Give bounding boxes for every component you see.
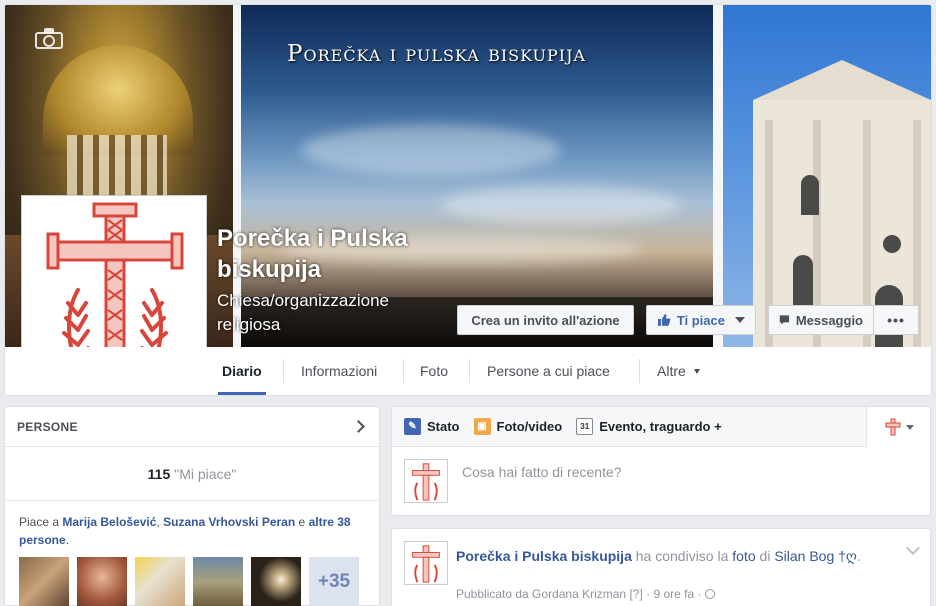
cover-title: Porečka i pulska biskupija xyxy=(287,41,587,67)
page-header: Porečka i pulska biskupija Porečka i Pul… xyxy=(4,4,932,396)
globe-icon[interactable] xyxy=(704,589,715,599)
help-marker[interactable]: [?] xyxy=(629,587,642,601)
avatar[interactable] xyxy=(19,557,69,606)
composer-tab-label: Foto/video xyxy=(496,419,563,434)
composer-tab-label: Stato xyxy=(427,419,460,434)
tab-label: Persone a cui piace xyxy=(487,363,610,379)
like-button[interactable]: Ti piace xyxy=(646,305,756,335)
page-tabs: Diario Informazioni Foto Persone a cui p… xyxy=(5,347,931,395)
friend-avatars: +35 xyxy=(19,557,359,606)
photo-icon: ▣ xyxy=(473,418,491,435)
avatar[interactable] xyxy=(135,557,185,606)
tab-foto[interactable]: Foto xyxy=(420,347,448,395)
friends-prefix: Piace a xyxy=(19,515,60,529)
chevron-down-icon xyxy=(735,317,745,323)
post-photo-link[interactable]: foto xyxy=(732,548,755,564)
post-verb: ha condiviso la xyxy=(635,548,729,564)
composer-tab-status[interactable]: ✎ Stato xyxy=(404,418,460,435)
post-header: Porečka i Pulska biskupija ha condiviso … xyxy=(456,545,876,567)
people-card: PERSONE 115 "Mi piace" Piace a Marija Be… xyxy=(4,406,380,606)
tab-diario[interactable]: Diario xyxy=(218,347,266,395)
tab-persone[interactable]: Persone a cui piace xyxy=(487,347,610,395)
caret-down-icon xyxy=(905,424,914,430)
pencil-icon: ✎ xyxy=(404,418,421,435)
feed-post: Porečka i Pulska biskupija ha condiviso … xyxy=(391,528,931,606)
create-cta-button[interactable]: Crea un invito all'azione xyxy=(457,305,634,335)
post-author-avatar[interactable] xyxy=(404,541,448,585)
tab-label: Diario xyxy=(222,363,262,379)
thumbs-up-icon xyxy=(657,314,671,326)
post-owner-link[interactable]: Silan Bog †ღ xyxy=(774,548,857,564)
composer-tab-photo[interactable]: ▣ Foto/video xyxy=(473,418,563,435)
tab-label: Foto xyxy=(420,363,449,379)
post-author-link[interactable]: Porečka i Pulska biskupija xyxy=(456,548,632,564)
page-name[interactable]: Porečka i Pulska biskupija xyxy=(217,223,457,285)
people-title: PERSONE xyxy=(17,419,78,434)
tab-altre[interactable]: Altre xyxy=(657,347,700,395)
separator: · xyxy=(646,587,651,601)
message-icon xyxy=(779,315,790,325)
like-label: Ti piace xyxy=(676,312,725,328)
create-cta-label: Crea un invito all'azione xyxy=(471,312,620,328)
post-timestamp[interactable]: 9 ore fa xyxy=(653,587,694,601)
period: . xyxy=(856,548,861,564)
period: . xyxy=(65,533,70,547)
friend-link[interactable]: Suzana Vrhovski Peran xyxy=(163,515,295,529)
friend-link[interactable]: Marija Belošević xyxy=(62,515,156,529)
tab-label: Altre xyxy=(657,363,686,379)
page-avatar-icon xyxy=(404,459,448,503)
calendar-icon: 31 xyxy=(576,418,594,435)
more-friends-button[interactable]: +35 xyxy=(309,557,359,606)
page-avatar-icon xyxy=(885,418,900,436)
chevron-right-icon[interactable] xyxy=(352,420,365,433)
message-button[interactable]: Messaggio xyxy=(768,305,874,335)
published-by: Pubblicato da Gordana Krizman xyxy=(456,587,627,601)
post-of: di xyxy=(759,548,771,564)
more-dots-icon: ••• xyxy=(887,312,905,328)
avatar[interactable] xyxy=(251,557,301,606)
post-composer: ✎ Stato ▣ Foto/video 31 Evento, traguard… xyxy=(391,406,931,516)
message-label: Messaggio xyxy=(795,312,863,328)
tab-informazioni[interactable]: Informazioni xyxy=(301,347,377,395)
composer-body[interactable]: Cosa hai fatto di recente? xyxy=(392,447,930,515)
people-card-header[interactable]: PERSONE xyxy=(5,407,379,447)
composer-tab-label: Evento, traguardo + xyxy=(599,419,722,434)
likes-summary: 115 "Mi piace" xyxy=(5,447,379,501)
post-options-chevron-icon[interactable] xyxy=(905,540,921,556)
avatar[interactable] xyxy=(77,557,127,606)
tab-label: Informazioni xyxy=(301,363,378,379)
cover-camera-icon[interactable] xyxy=(35,27,63,49)
page-category[interactable]: Chiesa/organizzazione religiosa xyxy=(217,289,437,337)
separator: · xyxy=(697,587,702,601)
status-input[interactable]: Cosa hai fatto di recente? xyxy=(462,464,622,480)
more-options-button[interactable]: ••• xyxy=(873,305,919,335)
composer-tab-event[interactable]: 31 Evento, traguardo + xyxy=(576,418,722,435)
composer-tabs: ✎ Stato ▣ Foto/video 31 Evento, traguard… xyxy=(392,407,930,447)
conjunction: e xyxy=(298,515,306,529)
likes-label: "Mi piace" xyxy=(174,465,237,482)
cover-panel-church xyxy=(723,5,931,347)
post-meta: Pubblicato da Gordana Krizman [?] · 9 or… xyxy=(456,587,715,601)
post-as-selector[interactable] xyxy=(866,407,930,447)
friends-like-text: Piace a Marija Belošević, Suzana Vrhovsk… xyxy=(5,501,379,549)
avatar[interactable] xyxy=(193,557,243,606)
separator: , xyxy=(156,515,160,529)
caret-down-icon xyxy=(693,368,700,374)
likes-count: 115 xyxy=(147,465,171,482)
